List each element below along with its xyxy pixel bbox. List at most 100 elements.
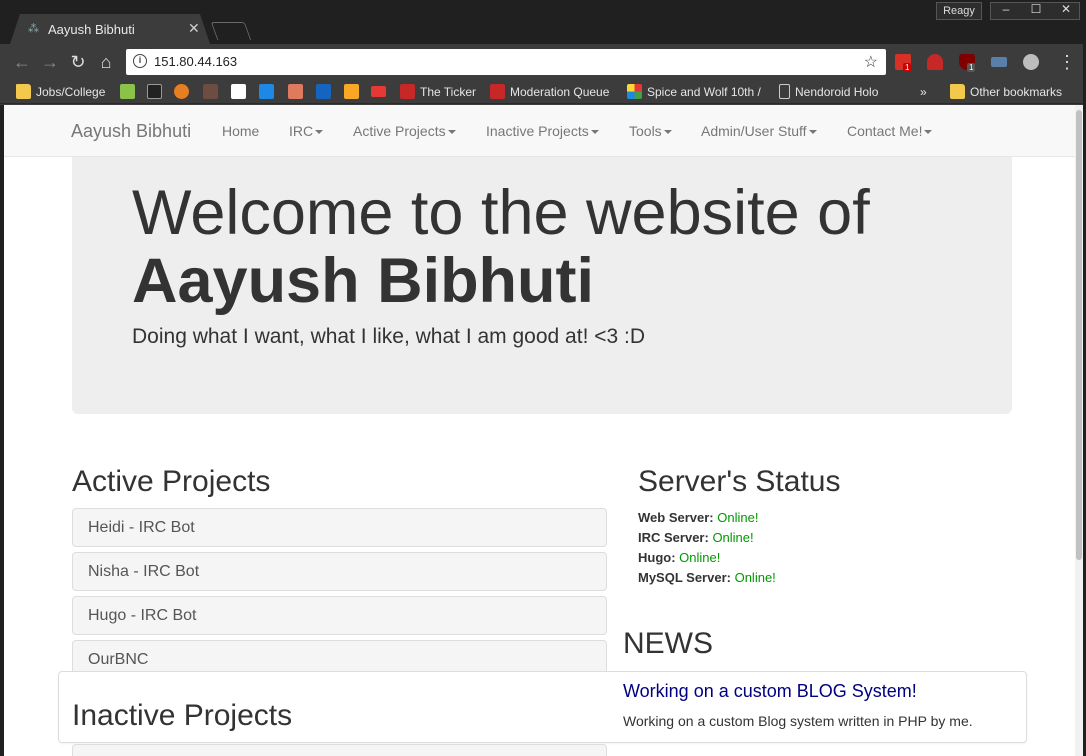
server-status-heading: Server's Status (638, 465, 841, 498)
status-value: Online! (717, 510, 759, 525)
news-post-body: Working on a custom Blog system written … (623, 713, 973, 729)
project-item-nisha[interactable]: Nisha - IRC Bot (72, 552, 607, 591)
browser-tab[interactable]: ⁂ Aayush Bibhuti ✕ (10, 14, 210, 44)
fp-icon (490, 84, 505, 99)
bookmark-item[interactable] (203, 83, 223, 101)
bookmark-icon (316, 84, 331, 99)
youtube-icon (371, 86, 386, 97)
crown-icon (147, 84, 162, 99)
news-post-title[interactable]: Working on a custom BLOG System! (623, 681, 917, 702)
bookmarks-overflow-button[interactable]: » (920, 83, 927, 101)
browser-toolbar: ← → ↻ ⌂ i 151.80.44.163 ☆ 1 1 ⋮ (0, 44, 1086, 80)
fp-icon (400, 84, 415, 99)
bookmark-nendoroid-holo[interactable]: Nendoroid Holo (779, 83, 878, 101)
nav-label: Admin/User Stuff (701, 123, 807, 139)
nav-irc[interactable]: IRC (289, 123, 324, 139)
bookmark-item[interactable] (288, 83, 308, 101)
bookmark-label: The Ticker (420, 85, 477, 99)
status-label: Web Server: (638, 510, 714, 525)
inactive-project-item[interactable] (72, 744, 607, 756)
site-favicon-icon: ⁂ (28, 23, 39, 35)
nav-inactive-projects[interactable]: Inactive Projects (486, 123, 599, 139)
nav-tools[interactable]: Tools (629, 123, 672, 139)
extension-badge: 1 (967, 63, 976, 72)
bookmark-item[interactable] (231, 83, 251, 101)
web-page: Aayush Bibhuti Home IRC Active Projects … (4, 105, 1080, 756)
project-item-hugo[interactable]: Hugo - IRC Bot (72, 596, 607, 635)
address-url[interactable]: 151.80.44.163 (154, 54, 237, 69)
bookmark-star-icon[interactable]: ☆ (864, 52, 878, 72)
caret-down-icon (315, 130, 324, 135)
reload-icon[interactable]: ↻ (68, 52, 88, 72)
close-window-icon[interactable]: ✕ (1050, 0, 1082, 20)
nav-label: Inactive Projects (486, 123, 589, 139)
jumbotron-tagline: Doing what I want, what I like, what I a… (132, 325, 646, 348)
status-hugo: Hugo: Online! (638, 550, 720, 565)
bookmarks-bar: Jobs/College The Ticker Moderation Queue… (0, 80, 1086, 104)
caret-down-icon (590, 130, 599, 135)
profile-button[interactable]: Reagy (936, 2, 982, 20)
status-label: MySQL Server: (638, 570, 731, 585)
bookmark-item[interactable] (316, 83, 336, 101)
bookmark-folder-jobs[interactable]: Jobs/College (16, 83, 105, 101)
browser-titlebar: ⁂ Aayush Bibhuti ✕ Reagy – ☐ ✕ (0, 0, 1086, 44)
caret-down-icon (924, 130, 933, 135)
back-arrow-icon[interactable]: ← (12, 52, 32, 72)
status-web-server: Web Server: Online! (638, 510, 758, 525)
nav-admin-user-stuff[interactable]: Admin/User Stuff (701, 123, 817, 139)
bookmark-other-bookmarks[interactable]: Other bookmarks (950, 83, 1062, 101)
jumbotron: Welcome to the website of Aayush Bibhuti… (72, 157, 1012, 414)
bookmark-the-ticker[interactable]: The Ticker (400, 83, 476, 101)
nav-label: Active Projects (353, 123, 446, 139)
info-icon[interactable]: i (133, 54, 147, 68)
bookmark-icon (120, 84, 135, 99)
browser-menu-icon[interactable]: ⋮ (1058, 52, 1076, 72)
extension-badge: 1 (903, 63, 912, 72)
inactive-projects-heading: Inactive Projects (72, 699, 293, 732)
bookmark-label: Spice and Wolf 10th / (647, 85, 761, 99)
nav-contact-me[interactable]: Contact Me! (847, 123, 933, 139)
bookmark-icon (288, 84, 303, 99)
bookmark-icon (203, 84, 218, 99)
nav-label: Contact Me! (847, 123, 923, 139)
gmail-extension-icon[interactable]: 1 (895, 54, 912, 72)
bookmark-item[interactable] (120, 83, 140, 101)
caret-down-icon (663, 130, 672, 135)
jumbotron-heading-line2: Aayush Bibhuti (132, 246, 595, 316)
nav-home[interactable]: Home (222, 123, 259, 139)
project-item-heidi[interactable]: Heidi - IRC Bot (72, 508, 607, 547)
bookmark-label: Other bookmarks (970, 85, 1063, 99)
bookmark-label: Jobs/College (36, 85, 106, 99)
status-label: IRC Server: (638, 530, 709, 545)
home-icon[interactable]: ⌂ (96, 52, 116, 72)
bookmark-label: Moderation Queue (510, 85, 610, 99)
status-irc-server: IRC Server: Online! (638, 530, 754, 545)
bookmark-item[interactable] (259, 83, 279, 101)
pinwheel-icon (627, 84, 642, 99)
bookmark-item[interactable] (344, 83, 364, 101)
bookmark-item[interactable] (174, 83, 194, 101)
window-extension-icon[interactable] (991, 57, 1007, 67)
status-value: Online! (679, 550, 721, 565)
address-bar[interactable]: i 151.80.44.163 ☆ (126, 49, 886, 75)
bookmark-item[interactable] (371, 83, 391, 101)
maximize-icon[interactable]: ☐ (1020, 0, 1052, 20)
site-navbar: Aayush Bibhuti Home IRC Active Projects … (4, 105, 1080, 157)
red-extension-icon[interactable] (927, 54, 943, 70)
forward-arrow-icon[interactable]: → (40, 52, 60, 72)
site-brand[interactable]: Aayush Bibhuti (71, 121, 191, 142)
nav-label: IRC (289, 123, 314, 139)
close-tab-icon[interactable]: ✕ (188, 20, 200, 37)
bookmark-icon (344, 84, 359, 99)
bookmark-icon (174, 84, 189, 99)
ublock-icon[interactable]: 1 (959, 54, 976, 72)
scrollbar-thumb[interactable] (1076, 110, 1082, 560)
new-tab-button[interactable] (210, 22, 252, 40)
nav-active-projects[interactable]: Active Projects (353, 123, 456, 139)
bookmark-moderation-queue[interactable]: Moderation Queue (490, 83, 609, 101)
gray-extension-icon[interactable] (1023, 54, 1039, 70)
jumbotron-heading-line1: Welcome to the website of (132, 178, 870, 248)
bookmark-spice-and-wolf[interactable]: Spice and Wolf 10th / (627, 83, 761, 101)
minimize-icon[interactable]: – (990, 0, 1022, 20)
bookmark-item[interactable] (147, 83, 167, 101)
